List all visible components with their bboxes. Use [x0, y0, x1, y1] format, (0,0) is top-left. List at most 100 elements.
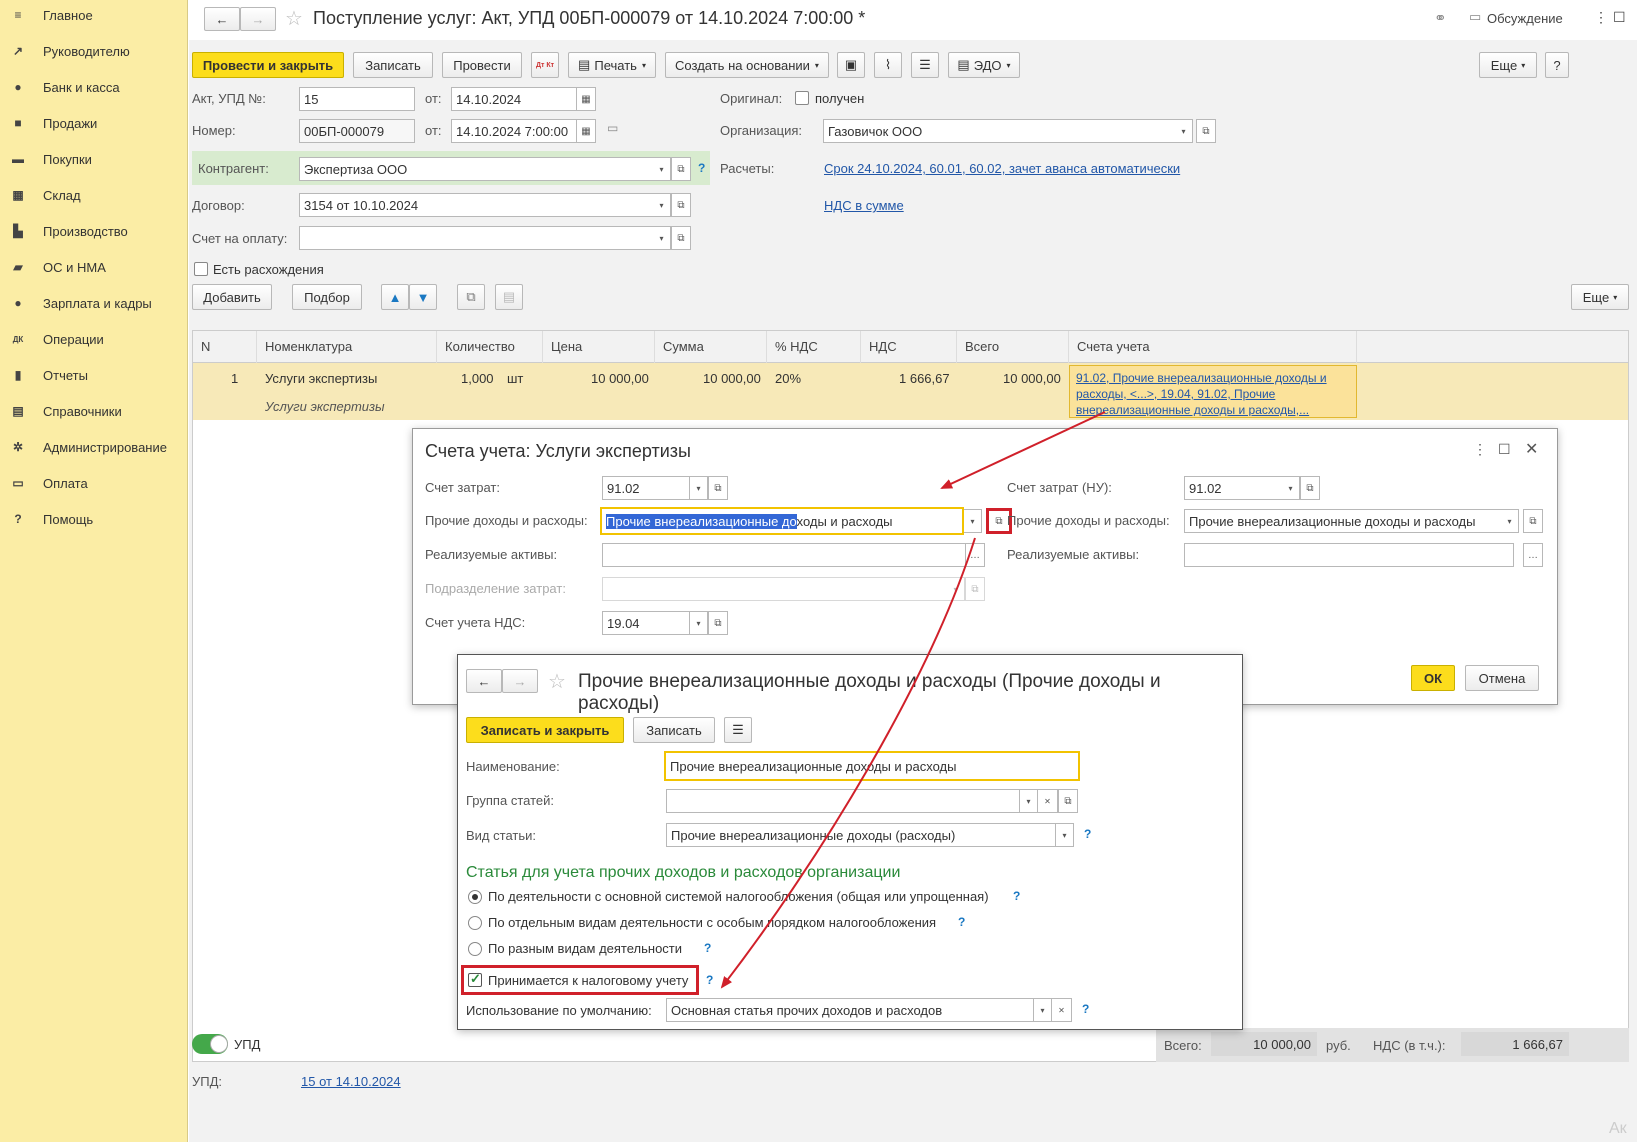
sidebar-item-bank[interactable]: ● Банк и касса: [0, 75, 188, 99]
invoice-field[interactable]: [299, 226, 655, 250]
vat-link[interactable]: НДС в сумме: [824, 198, 904, 213]
ellipsis-icon[interactable]: …: [1523, 543, 1543, 567]
chevron-down-icon[interactable]: ▾: [690, 611, 708, 635]
sidebar-item-warehouse[interactable]: ▦ Склад: [0, 183, 188, 207]
open-icon[interactable]: ⧉: [965, 577, 985, 601]
ok-button[interactable]: ОК: [1411, 665, 1455, 691]
open-icon[interactable]: ⧉: [1300, 476, 1320, 500]
act-date-field[interactable]: 14.10.2024: [451, 87, 577, 111]
move-down-button[interactable]: ▼: [409, 284, 437, 310]
chevron-down-icon[interactable]: ▾: [1282, 476, 1300, 500]
column-header[interactable]: Сумма: [655, 331, 767, 363]
back-button[interactable]: ←: [204, 7, 240, 31]
column-header[interactable]: Счета учета: [1069, 331, 1357, 363]
chevron-down-icon[interactable]: ▾: [1056, 823, 1074, 847]
cancel-button[interactable]: Отмена: [1465, 665, 1539, 691]
clear-icon[interactable]: ✕: [1052, 998, 1072, 1022]
ellipsis-icon[interactable]: …: [965, 543, 985, 567]
row-item[interactable]: Услуги экспертизы: [265, 371, 377, 386]
forward-button[interactable]: →: [240, 7, 276, 31]
sidebar-item-admin[interactable]: ✲ Администрирование: [0, 435, 188, 459]
star-icon[interactable]: ☆: [548, 669, 566, 694]
save-close-button[interactable]: Записать и закрыть: [466, 717, 624, 743]
row-item-sub[interactable]: Услуги экспертизы: [265, 399, 385, 414]
help-button[interactable]: ?: [1545, 52, 1569, 78]
sidebar-item-catalogs[interactable]: ▤ Справочники: [0, 399, 188, 423]
sidebar-item-help[interactable]: ? Помощь: [0, 507, 188, 531]
copy-button[interactable]: ⧉: [457, 284, 485, 310]
radio-special[interactable]: [468, 916, 482, 930]
tax-accept-checkbox[interactable]: ✓: [468, 971, 482, 987]
row-vat[interactable]: 1 666,67: [899, 371, 950, 386]
org-field[interactable]: Газовичок ООО: [823, 119, 1177, 143]
table-more-button[interactable]: Еще ▾: [1571, 284, 1629, 310]
subdivision-field[interactable]: [602, 577, 948, 601]
other-field[interactable]: Прочие внереализационные доходы и расход…: [600, 507, 964, 535]
upd-toggle[interactable]: [192, 1034, 228, 1054]
save-button[interactable]: Записать: [353, 52, 433, 78]
radio-main-system[interactable]: [468, 890, 482, 904]
column-header[interactable]: Цена: [543, 331, 655, 363]
chevron-down-icon[interactable]: ▾: [653, 157, 671, 181]
radio-various[interactable]: [468, 942, 482, 956]
column-header[interactable]: Количество: [437, 331, 543, 363]
chevron-down-icon[interactable]: ▾: [1034, 998, 1052, 1022]
column-header[interactable]: Всего: [957, 331, 1069, 363]
open-icon[interactable]: ⧉: [671, 157, 691, 181]
sidebar-item-reports[interactable]: ▮ Отчеты: [0, 363, 188, 387]
more-vert-icon[interactable]: ⋮: [1594, 9, 1608, 26]
open-icon[interactable]: ⧉: [1196, 119, 1216, 143]
chevron-down-icon[interactable]: ▾: [1020, 789, 1038, 813]
open-icon[interactable]: ⧉: [708, 476, 728, 500]
contract-field[interactable]: 3154 от 10.10.2024: [299, 193, 655, 217]
row-total[interactable]: 10 000,00: [1003, 371, 1061, 386]
row-qty[interactable]: 1,000: [461, 371, 494, 386]
discussion-button[interactable]: Обсуждение: [1487, 11, 1563, 26]
report-button[interactable]: ☰: [911, 52, 939, 78]
sidebar-item-purchases[interactable]: ▬ Покупки: [0, 147, 188, 171]
sidebar-item-payment[interactable]: ▭ Оплата: [0, 471, 188, 495]
save-button[interactable]: Записать: [633, 717, 715, 743]
close-icon[interactable]: ✕: [1525, 439, 1538, 459]
paste-button[interactable]: ▤: [495, 284, 523, 310]
number-field[interactable]: 00БП-000079: [299, 119, 415, 143]
row-price[interactable]: 10 000,00: [591, 371, 649, 386]
open-icon[interactable]: ⧉: [671, 193, 691, 217]
print-button[interactable]: ▤ Печать ▾: [568, 52, 656, 78]
sidebar-item-assets[interactable]: ▰ ОС и НМА: [0, 255, 188, 279]
sidebar-item-manager[interactable]: ↗ Руководителю: [0, 39, 188, 63]
help-question-icon[interactable]: ?: [706, 973, 713, 987]
open-icon[interactable]: ⧉: [1523, 509, 1543, 533]
chevron-down-icon[interactable]: ▾: [1175, 119, 1193, 143]
group-field[interactable]: [666, 789, 1020, 813]
post-button[interactable]: Провести: [442, 52, 522, 78]
pick-button[interactable]: Подбор: [292, 284, 362, 310]
chevron-down-icon[interactable]: ▾: [690, 476, 708, 500]
row-unit[interactable]: шт: [507, 371, 523, 386]
payments-link[interactable]: Срок 24.10.2024, 60.01, 60.02, зачет ава…: [824, 161, 1180, 176]
help-question-icon[interactable]: ?: [1084, 827, 1091, 841]
row-sum[interactable]: 10 000,00: [703, 371, 761, 386]
chevron-down-icon[interactable]: ▾: [964, 509, 982, 533]
star-icon[interactable]: ☆: [285, 6, 303, 31]
row-vat-rate[interactable]: 20%: [775, 371, 801, 386]
more-button[interactable]: Еще ▾: [1479, 52, 1537, 78]
cost-account-nu-field[interactable]: 91.02: [1184, 476, 1283, 500]
move-up-button[interactable]: ▲: [381, 284, 409, 310]
contractor-field[interactable]: Экспертиза ООО: [299, 157, 655, 181]
discrepancy-checkbox[interactable]: [194, 262, 208, 276]
sidebar-item-sales[interactable]: ■ Продажи: [0, 111, 188, 135]
structure-button[interactable]: ▣: [837, 52, 865, 78]
vat-account-field[interactable]: 19.04: [602, 611, 690, 635]
sidebar-item-salary[interactable]: ● Зарплата и кадры: [0, 291, 188, 315]
column-header[interactable]: Номенклатура: [257, 331, 437, 363]
comment-icon[interactable]: ▭: [607, 121, 618, 135]
sidebar-item-main[interactable]: ≡ Главное: [0, 3, 188, 27]
attach-button[interactable]: ⌇: [874, 52, 902, 78]
link-icon[interactable]: ⚭: [1434, 9, 1447, 27]
help-question-icon[interactable]: ?: [1082, 1002, 1089, 1016]
sidebar-item-production[interactable]: ▙ Производство: [0, 219, 188, 243]
more-vert-icon[interactable]: ⋮: [1473, 441, 1487, 458]
help-question-icon[interactable]: ?: [704, 941, 711, 955]
table-row[interactable]: 1 Услуги экспертизы Услуги экспертизы 1,…: [193, 363, 1628, 420]
